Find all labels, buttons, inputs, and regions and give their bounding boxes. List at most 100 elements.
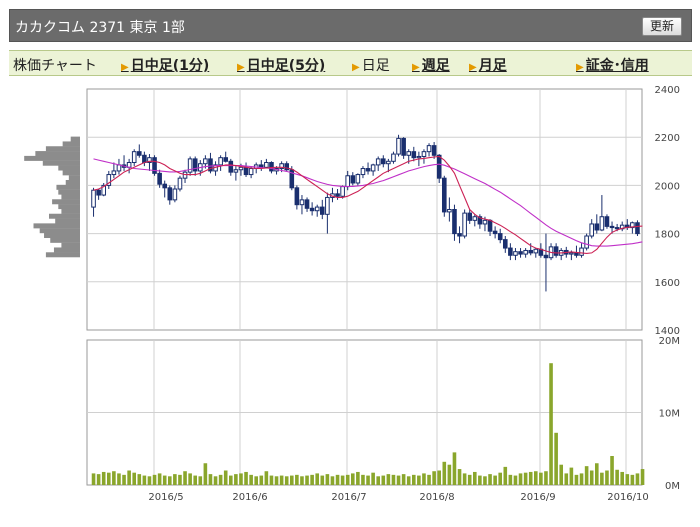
- candle: [533, 248, 539, 254]
- candle: [569, 252, 574, 255]
- volume-bar: [493, 475, 497, 485]
- volume-bar: [401, 474, 406, 485]
- volume-tick-label: 20M: [659, 336, 680, 347]
- volume-bar: [234, 474, 238, 485]
- candle: [599, 216, 605, 231]
- profile-bar: [33, 223, 80, 229]
- candle: [111, 170, 117, 176]
- price-tick-label: 1600: [655, 278, 680, 289]
- profile-bar: [65, 179, 80, 185]
- candle: [228, 160, 234, 173]
- x-tick-label: 2016/6: [232, 492, 267, 503]
- volume-bar: [559, 464, 564, 485]
- profile-bar: [61, 242, 80, 248]
- candle: [319, 206, 325, 215]
- volume-tick-label: 10M: [659, 409, 680, 420]
- price-tick-label: 2200: [655, 133, 680, 144]
- volume-bar: [417, 475, 421, 485]
- volume-bar: [340, 475, 345, 485]
- volume-bar: [630, 474, 635, 485]
- candle: [574, 252, 579, 256]
- candle: [248, 168, 254, 176]
- profile-bar: [35, 151, 80, 157]
- profile-bar: [39, 228, 80, 234]
- volume-bar: [127, 470, 131, 485]
- candle: [380, 158, 386, 165]
- profile-bar: [62, 170, 80, 176]
- candle: [304, 199, 310, 209]
- candle: [452, 209, 457, 235]
- profile-bar: [53, 247, 80, 253]
- volume-bar: [574, 474, 579, 485]
- volume-bar: [523, 472, 528, 485]
- volume-bar: [457, 469, 462, 485]
- candle: [223, 157, 229, 162]
- volume-bar: [356, 471, 360, 485]
- candle: [167, 187, 173, 201]
- candle: [401, 137, 406, 156]
- profile-bar: [52, 199, 80, 205]
- candle: [482, 219, 488, 225]
- volume-bar: [615, 469, 619, 485]
- candle: [370, 164, 376, 172]
- volume-bar: [376, 476, 381, 485]
- candle: [162, 183, 168, 189]
- volume-bar: [381, 475, 386, 485]
- profile-bar: [42, 160, 80, 166]
- x-tick-label: 2016/8: [419, 492, 454, 503]
- candle: [614, 227, 620, 230]
- candle: [426, 145, 432, 153]
- volume-bar: [96, 474, 101, 485]
- volume-bar: [635, 473, 640, 485]
- volume-bar: [513, 475, 518, 485]
- volume-bar: [310, 474, 314, 485]
- volume-bar: [305, 475, 309, 485]
- x-tick-label: 2016/9: [520, 492, 555, 503]
- candle: [457, 233, 462, 237]
- volume-bar: [569, 467, 574, 485]
- candle: [218, 157, 223, 166]
- candle: [487, 219, 493, 232]
- volume-bar: [508, 474, 513, 485]
- volume-bar: [325, 474, 330, 485]
- profile-bar: [44, 233, 80, 239]
- candle: [157, 172, 162, 185]
- volume-bar: [152, 474, 157, 485]
- candle: [172, 188, 178, 201]
- candle: [335, 193, 340, 197]
- candle: [441, 177, 447, 213]
- x-tick-label: 2016/5: [148, 492, 183, 503]
- volume-bar: [549, 363, 553, 485]
- candle: [309, 207, 315, 212]
- volume-bar: [259, 475, 264, 485]
- candle: [502, 239, 508, 249]
- volume-bar: [472, 471, 477, 485]
- volume-bar: [462, 473, 467, 485]
- candle: [497, 233, 503, 241]
- volume-bar: [91, 473, 96, 485]
- profile-bar: [55, 218, 80, 224]
- volume-bar: [371, 472, 375, 485]
- volume-bar: [467, 474, 472, 485]
- profile-bar: [49, 213, 80, 219]
- candle: [396, 137, 401, 155]
- volume-bar: [193, 475, 198, 485]
- candle: [131, 151, 137, 164]
- price-tick-label: 2400: [655, 85, 680, 96]
- candle: [243, 166, 249, 176]
- candle: [513, 251, 518, 256]
- candle: [406, 151, 412, 156]
- volume-bar: [284, 476, 289, 485]
- candle: [609, 225, 615, 229]
- profile-bar: [70, 136, 80, 142]
- price-plot-frame: [86, 88, 643, 331]
- volume-bar: [198, 476, 203, 485]
- x-axis-labels: 2016/5 2016/6 2016/7 2016/8 2016/9 2016/10: [148, 492, 648, 503]
- candle: [96, 189, 101, 196]
- volume-bar: [483, 476, 487, 485]
- price-tick-label: 1800: [655, 230, 680, 241]
- profile-bar: [62, 141, 80, 147]
- candle: [325, 196, 330, 215]
- candle: [508, 247, 513, 256]
- volume-bar: [183, 471, 187, 485]
